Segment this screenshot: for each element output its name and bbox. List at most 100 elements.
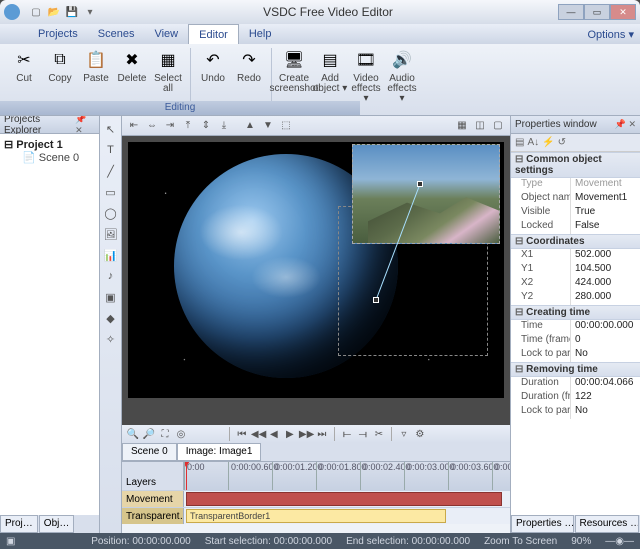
transport-end-btn[interactable]: ⏭ [315, 429, 329, 440]
tool-text-icon[interactable]: T [102, 141, 120, 159]
canvas[interactable] [122, 136, 510, 425]
ribbon-delete-button[interactable]: ✖Delete [114, 46, 150, 84]
valign-mid-icon[interactable]: ⇕ [198, 118, 214, 134]
ribbon-redo-button[interactable]: ↷Redo [231, 46, 267, 84]
pin-icon[interactable]: 📌 ✕ [75, 114, 95, 136]
qat-dropdown-icon[interactable]: ▾ [82, 4, 98, 20]
menu-projects[interactable]: Projects [28, 24, 88, 44]
group-icon[interactable]: ⬚ [278, 118, 294, 134]
tool-cursor-icon[interactable]: ↖ [102, 120, 120, 138]
prop-reset-icon[interactable]: ↺ [558, 137, 566, 148]
tab-resources[interactable]: Resources … [575, 515, 640, 533]
halign-center-icon[interactable]: ⇔ [144, 118, 160, 134]
menu-view[interactable]: View [144, 24, 188, 44]
prop-section[interactable]: Common object settings [511, 152, 640, 178]
clip-movement[interactable] [186, 492, 502, 506]
minimize-button[interactable]: — [558, 4, 584, 20]
tool-sprite-icon[interactable]: ◆ [102, 309, 120, 327]
tool-audio-icon[interactable]: ♪ [102, 267, 120, 285]
menu-help[interactable]: Help [239, 24, 282, 44]
ribbon-cut-button[interactable]: ✂Cut [6, 46, 42, 84]
menu-editor[interactable]: Editor [188, 24, 239, 44]
options-menu[interactable]: Options ▾ [588, 28, 640, 41]
transport-play-btn[interactable]: ▶ [283, 429, 297, 440]
prop-row[interactable]: Object nameMovement1 [511, 192, 640, 206]
timeline-row-transparent[interactable]: Transparent… TransparentBorder1 [122, 507, 510, 524]
properties-pin-icon[interactable]: 📌 ✕ [615, 119, 636, 130]
cut-right-icon[interactable]: ⟞ [356, 429, 370, 440]
order-back-icon[interactable]: ▼ [260, 118, 276, 134]
transport-fwd-btn[interactable]: ▶▶ [299, 429, 313, 440]
view-snap-icon[interactable]: ◫ [472, 118, 488, 134]
prop-row[interactable]: Time (frame)0 [511, 334, 640, 348]
tool-ellipse-icon[interactable]: ◯ [102, 204, 120, 222]
prop-row[interactable]: Lock to parentNo [511, 405, 640, 419]
split-icon[interactable]: ✂ [372, 429, 386, 440]
tree-scene[interactable]: 📄 Scene 0 [22, 151, 95, 164]
prop-row[interactable]: Duration (fram122 [511, 391, 640, 405]
zoom-out-icon[interactable]: 🔍 [126, 429, 140, 440]
prop-section[interactable]: Removing time [511, 362, 640, 377]
close-button[interactable]: ✕ [610, 4, 636, 20]
halign-right-icon[interactable]: ⇥ [162, 118, 178, 134]
scene-tab-0[interactable]: Scene 0 [122, 443, 177, 461]
ribbon-select-button[interactable]: ▦Selectall [150, 46, 186, 94]
transport-back-btn[interactable]: ◀ [267, 429, 281, 440]
timeline-row-movement[interactable]: Movement [122, 490, 510, 507]
tree-project[interactable]: ⊟ Project 1 [4, 138, 95, 151]
ribbon-undo-button[interactable]: ↶Undo [195, 46, 231, 84]
transport-start-btn[interactable]: ⏮ [235, 429, 249, 440]
prop-row[interactable]: X2424.000 [511, 277, 640, 291]
motion-handle-end[interactable] [373, 297, 379, 303]
prop-row[interactable]: Time00:00:00.000 [511, 320, 640, 334]
clip-transparentborder[interactable]: TransparentBorder1 [186, 509, 446, 523]
tab-projects[interactable]: Proj… [0, 515, 38, 533]
prop-cat-icon[interactable]: ▤ [515, 137, 524, 148]
qat-save-icon[interactable]: 💾 [64, 4, 80, 20]
prop-filter-icon[interactable]: ⚡ [542, 137, 554, 148]
ribbon-copy-button[interactable]: ⧉Copy [42, 46, 78, 84]
project-tree[interactable]: ⊟ Project 1 📄 Scene 0 [0, 134, 99, 515]
zoom-fit-icon[interactable]: ⛶ [158, 429, 172, 440]
cut-left-icon[interactable]: ⟝ [340, 429, 354, 440]
marker-icon[interactable]: ▿ [397, 429, 411, 440]
tool-video-icon[interactable]: ▣ [102, 288, 120, 306]
prop-row[interactable]: X1502.000 [511, 249, 640, 263]
ribbon-create-button[interactable]: 🖥Createscreenshot [276, 46, 312, 94]
tool-rect-icon[interactable]: ▭ [102, 183, 120, 201]
maximize-button[interactable]: ▭ [584, 4, 610, 20]
props-icon[interactable]: ⚙ [413, 429, 427, 440]
menu-scenes[interactable]: Scenes [88, 24, 145, 44]
qat-open-icon[interactable]: 📂 [46, 4, 62, 20]
qat-new-icon[interactable]: ▢ [28, 4, 44, 20]
properties-grid[interactable]: Common object settingsTypeMovementObject… [511, 152, 640, 515]
tool-line-icon[interactable]: ╱ [102, 162, 120, 180]
zoom-100-icon[interactable]: ◎ [174, 429, 188, 440]
prop-section[interactable]: Creating time [511, 305, 640, 320]
prop-row[interactable]: TypeMovement [511, 178, 640, 192]
prop-az-icon[interactable]: A↓ [527, 137, 539, 148]
ribbon-add-button[interactable]: ▤Addobject ▾ [312, 46, 348, 94]
status-zoom-label[interactable]: Zoom To Screen [484, 536, 557, 547]
layer-label-transparent[interactable]: Transparent… [122, 508, 184, 524]
zoom-in-icon[interactable]: 🔎 [142, 429, 156, 440]
time-ruler[interactable]: 0:000:00:00.6000:00:01.2000:00:01.8000:0… [184, 462, 510, 490]
scene-tab-image[interactable]: Image: Image1 [177, 443, 262, 461]
view-safe-icon[interactable]: ▢ [490, 118, 506, 134]
tool-anim-icon[interactable]: ✧ [102, 330, 120, 348]
ribbon-audio-button[interactable]: 🔊Audioeffects ▾ [384, 46, 420, 104]
prop-row[interactable]: Duration00:00:04.066 [511, 377, 640, 391]
tab-objects[interactable]: Obj… [39, 515, 75, 533]
prop-row[interactable]: Y1104.500 [511, 263, 640, 277]
tool-chart-icon[interactable]: 📊 [102, 246, 120, 264]
ribbon-paste-button[interactable]: 📋Paste [78, 46, 114, 84]
timeline[interactable]: Layers 0:000:00:00.6000:00:01.2000:00:01… [122, 461, 510, 533]
prop-section[interactable]: Coordinates [511, 234, 640, 249]
halign-left-icon[interactable]: ⇤ [126, 118, 142, 134]
view-grid-icon[interactable]: ▦ [454, 118, 470, 134]
tab-properties[interactable]: Properties … [511, 515, 574, 533]
prop-row[interactable]: Lock to parentNo [511, 348, 640, 362]
prop-row[interactable]: LockedFalse [511, 220, 640, 234]
valign-bot-icon[interactable]: ⤓ [216, 118, 232, 134]
layer-label-movement[interactable]: Movement [122, 491, 184, 507]
